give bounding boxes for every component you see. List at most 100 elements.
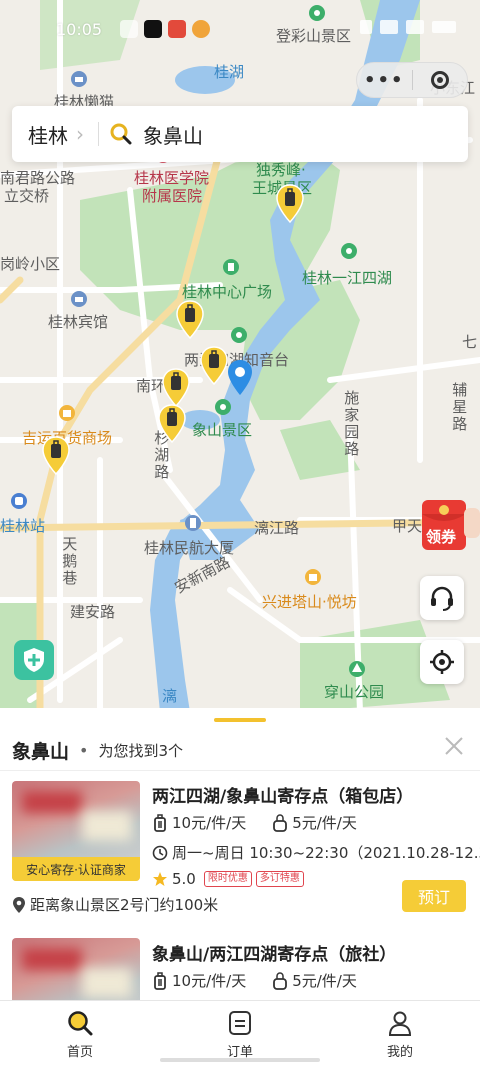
store-list-item[interactable]: 安心寄存·认证商家 两江四湖/象鼻山寄存点（箱包店） 10元/件/天 5元/件/… <box>0 778 480 928</box>
store-name: 象鼻山/两江四湖寄存点（旅社） <box>152 945 397 965</box>
sheet-drag-handle[interactable] <box>214 718 266 722</box>
results-title: 象鼻山 <box>12 740 70 763</box>
app-notification-icon <box>192 20 210 38</box>
map-label-guilinbinguan: 桂林宾馆 <box>48 313 109 331</box>
tiktok-notification-icon <box>144 20 162 38</box>
bluetooth-icon <box>360 20 372 34</box>
close-miniprogram-button[interactable] <box>412 71 467 89</box>
status-system-icons <box>360 20 456 34</box>
wifi-icon <box>406 20 424 34</box>
map-label-duxiufeng-1: 独秀峰· <box>256 161 306 179</box>
insurance-button[interactable] <box>14 640 54 680</box>
store-distance: 距离象山景区2号门约100米 <box>12 894 218 915</box>
order-list-icon <box>229 1011 251 1035</box>
coupon-label: 领券 <box>426 528 457 546</box>
tab-profile[interactable]: 我的 <box>360 1009 440 1060</box>
results-sheet: 象鼻山 • 为您找到3个 安心寄存·认证商家 两江四湖/象鼻山寄存点（箱包店） … <box>0 708 480 1000</box>
map-label-shijiayuan: 施家园路 <box>342 390 361 458</box>
title-separator: • <box>79 740 89 760</box>
storage-location-pin[interactable] <box>42 436 70 476</box>
user-icon <box>388 1011 412 1036</box>
map-label-xiangshan-scenic: 象山景区 <box>192 421 253 439</box>
location-pin-icon <box>13 896 25 913</box>
store-list-item[interactable]: 象鼻山/两江四湖寄存点（旅社） 10元/件/天 5元/件/天 <box>0 936 480 1000</box>
camera-poi-icon <box>231 327 247 343</box>
hotel-poi-icon <box>71 291 87 307</box>
price-small: 5元/件/天 <box>292 814 357 832</box>
store-photo: 安心寄存·认证商家 <box>12 781 140 881</box>
rating-value: 5.0 <box>172 870 196 888</box>
coupon-button[interactable]: 领券 <box>418 498 480 554</box>
map-label-medical-2: 附属医院 <box>142 187 203 205</box>
luggage-small-icon <box>273 813 288 832</box>
status-time: 10:05 <box>56 20 103 39</box>
search-bar: 桂林 › 象鼻山 <box>12 106 468 162</box>
app-notification-icon <box>168 20 186 38</box>
battery-icon <box>432 21 456 33</box>
store-rating: 5.0 限时优惠 多订特惠 <box>152 870 304 888</box>
tab-home-label: 首页 <box>66 1045 93 1060</box>
current-location-marker <box>228 360 252 395</box>
headset-icon <box>431 586 453 611</box>
map-label-li: 漓 <box>162 687 178 705</box>
price-large: 10元/件/天 <box>172 814 247 832</box>
hours-text: 周一~周日 10:30~22:30（2021.10.28-12.3… <box>172 844 480 862</box>
building-poi-icon <box>185 515 201 531</box>
certified-merchant-badge: 安心寄存·认证商家 <box>12 857 140 881</box>
map-label-lijiaoqiao: 立交桥 <box>4 187 50 205</box>
chevron-right-icon: › <box>76 122 84 146</box>
map-label-qi: 七 <box>462 333 478 351</box>
storage-location-pin[interactable] <box>276 184 304 224</box>
miniprogram-capsule: ••• <box>356 62 468 98</box>
tab-orders[interactable]: 订单 <box>200 1009 280 1060</box>
tree-poi-icon <box>349 661 365 677</box>
shop-poi-icon <box>305 569 321 585</box>
storage-location-pin[interactable] <box>200 346 228 386</box>
book-button[interactable]: 预订 <box>402 880 466 912</box>
store-prices: 10元/件/天 5元/件/天 <box>152 812 357 833</box>
clock-icon <box>152 845 168 860</box>
park-poi-icon <box>223 259 239 275</box>
station-poi-icon <box>11 493 27 509</box>
signal-icon <box>380 20 398 34</box>
hotel-poi-icon <box>71 71 87 87</box>
map-label-ganglingxiaoqu: 岗岭小区 <box>0 255 61 273</box>
more-button[interactable]: ••• <box>357 70 412 91</box>
tab-home[interactable]: 首页 <box>40 1009 120 1060</box>
storage-location-pin[interactable] <box>176 300 204 340</box>
luggage-small-icon <box>273 971 288 990</box>
locate-icon <box>430 650 454 674</box>
status-app-icons <box>120 20 210 38</box>
city-selector[interactable]: 桂林 <box>28 120 68 149</box>
shop-poi-icon <box>59 405 75 421</box>
customer-service-button[interactable] <box>420 576 464 620</box>
search-divider <box>98 122 99 146</box>
map-label-medical-1: 桂林医学院 <box>134 169 210 187</box>
price-large: 10元/件/天 <box>172 972 247 990</box>
price-small: 5元/件/天 <box>292 972 357 990</box>
store-hours: 周一~周日 10:30~22:30（2021.10.28-12.3… <box>152 842 480 863</box>
map-label-nanjunlu: 南君路公路 <box>0 169 76 187</box>
luggage-large-icon <box>154 813 166 832</box>
shield-plus-icon <box>24 648 44 672</box>
close-icon[interactable] <box>442 734 466 758</box>
map-label-zhongxinguangchang: 桂林中心广场 <box>182 283 273 301</box>
map-label-tiane: 天鹅巷 <box>60 536 79 587</box>
search-input[interactable]: 象鼻山 <box>143 120 203 149</box>
map-label-jianan: 建安路 <box>70 603 116 621</box>
home-indicator <box>160 1058 320 1062</box>
map-label-fuxing: 辅星路 <box>450 382 469 433</box>
locate-me-button[interactable] <box>420 640 464 684</box>
bottom-tab-bar: 首页 订单 我的 <box>0 1000 480 1066</box>
storage-location-pin[interactable] <box>158 404 186 444</box>
store-prices: 10元/件/天 5元/件/天 <box>152 970 357 991</box>
app-notification-icon <box>120 20 138 38</box>
store-name: 两江四湖/象鼻山寄存点（箱包店） <box>152 787 414 807</box>
search-icon <box>68 1011 93 1036</box>
map-view[interactable]: 登彩山景区 桂湖 桂林懒猫 小东江 南君路公路 立交桥 桂林医学院 附属医院 独… <box>0 0 480 712</box>
store-photo <box>12 938 140 1000</box>
results-header: 象鼻山 • 为您找到3个 <box>0 730 480 770</box>
map-label-chuanshan: 穿山公园 <box>324 683 385 701</box>
storage-location-pin[interactable] <box>162 368 190 408</box>
star-icon <box>153 872 167 886</box>
